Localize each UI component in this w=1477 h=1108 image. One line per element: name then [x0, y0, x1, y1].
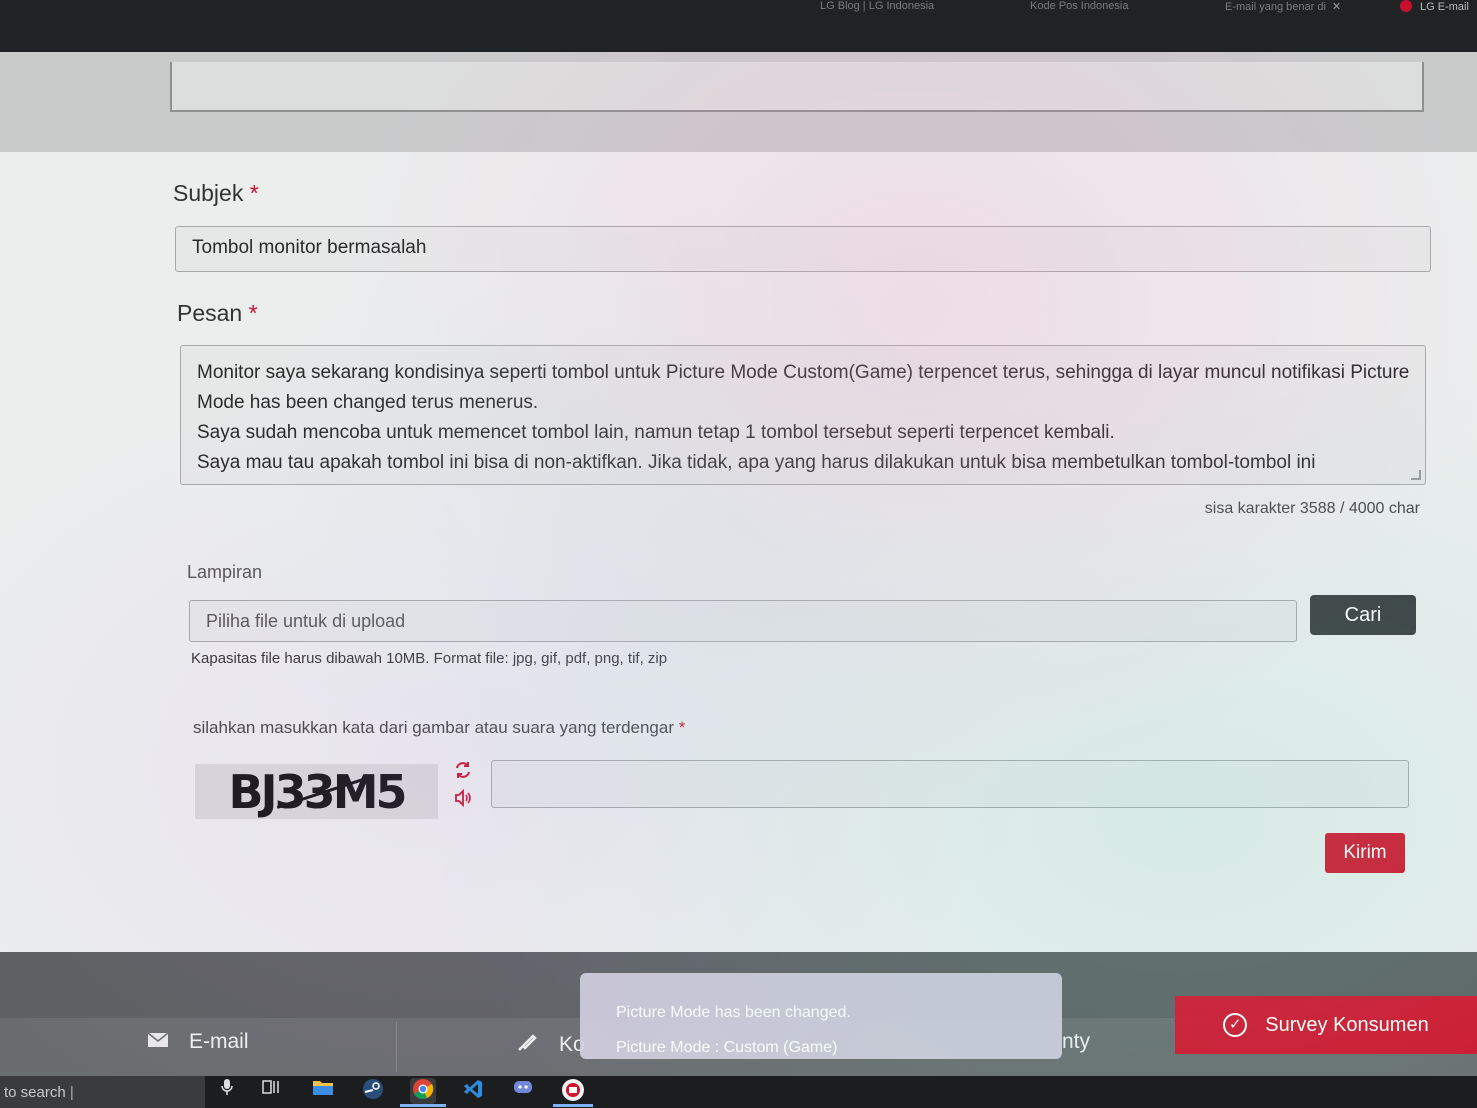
previous-field-box[interactable]	[170, 62, 1424, 112]
vscode-icon[interactable]	[460, 1078, 486, 1104]
osd-line: Picture Mode : Custom (Game)	[616, 1039, 838, 1056]
mail-icon	[147, 1030, 169, 1054]
attachment-label: Lampiran	[187, 562, 263, 582]
subject-input[interactable]: Tombol monitor bermasalah	[175, 226, 1431, 272]
refresh-icon[interactable]	[452, 760, 474, 782]
captcha-image: BJ33M5	[195, 764, 438, 819]
form-area	[0, 152, 1477, 952]
message-label: Pesan *	[177, 300, 258, 326]
subject-label: Subjek *	[173, 180, 259, 206]
message-line: Mode has been changed terus menerus.	[197, 392, 539, 413]
file-explorer-icon[interactable]	[310, 1078, 336, 1104]
resize-handle[interactable]	[1411, 470, 1421, 480]
taskbar-search[interactable]: to search |	[0, 1076, 205, 1108]
browser-tab[interactable]: Kode Pos Indonesia	[1030, 0, 1190, 18]
captcha-label: silahkan masukkan kata dari gambar atau …	[193, 718, 686, 737]
mic-icon[interactable]	[214, 1078, 240, 1104]
file-input[interactable]: Piliha file untuk di upload	[189, 600, 1297, 642]
lg-logo-icon	[1400, 0, 1412, 12]
steam-icon[interactable]	[360, 1078, 386, 1104]
footer-warranty-link[interactable]: nty	[1062, 1030, 1090, 1054]
discord-icon[interactable]	[510, 1078, 536, 1104]
browser-tab-active[interactable]: LG E-mail	[1400, 0, 1477, 18]
browser-tab-strip: LG Blog | LG Indonesia Kode Pos Indonesi…	[0, 0, 1477, 52]
speaker-icon[interactable]	[452, 788, 474, 810]
close-icon[interactable]: ✕	[1332, 1, 1341, 13]
monitor-osd-notification: Picture Mode has been changed. Picture M…	[580, 973, 1062, 1059]
char-counter: sisa karakter 3588 / 4000 char	[1204, 500, 1420, 517]
chrome-icon[interactable]	[410, 1078, 436, 1104]
check-circle-icon: ✓	[1223, 1013, 1248, 1037]
task-view-icon[interactable]	[258, 1078, 284, 1104]
message-line: Saya sudah mencoba untuk memencet tombol…	[197, 422, 1115, 443]
browser-tab[interactable]: E-mail yang benar di ✕	[1225, 0, 1385, 18]
phone-icon	[515, 1030, 539, 1060]
browse-button[interactable]: Cari	[1310, 595, 1416, 635]
running-app-indicator	[553, 1104, 593, 1107]
browser-tab[interactable]: LG Blog | LG Indonesia	[820, 0, 980, 18]
active-app-indicator	[400, 1104, 446, 1107]
message-line: Saya mau tau apakah tombol ini bisa di n…	[197, 452, 1316, 473]
osd-line: Picture Mode has been changed.	[616, 1004, 851, 1021]
footer-email-link[interactable]: E-mail	[147, 1030, 249, 1054]
message-line: Monitor saya sekarang kondisinya seperti…	[197, 362, 1409, 383]
app-icon[interactable]	[560, 1078, 586, 1104]
footer-divider	[396, 1022, 397, 1072]
survey-button[interactable]: ✓ Survey Konsumen	[1175, 996, 1477, 1054]
message-textarea[interactable]: Monitor saya sekarang kondisinya seperti…	[180, 345, 1426, 485]
file-hint: Kapasitas file harus dibawah 10MB. Forma…	[191, 650, 668, 667]
captcha-input[interactable]	[491, 760, 1409, 808]
footer-contact-link[interactable]: Ko	[515, 1030, 585, 1060]
submit-button[interactable]: Kirim	[1325, 833, 1405, 873]
